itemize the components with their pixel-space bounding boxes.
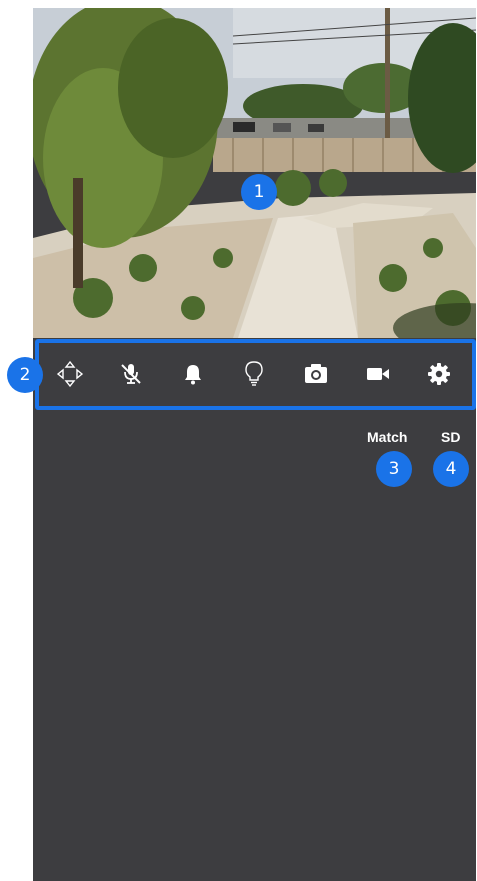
match-quality-button[interactable]: Match	[367, 429, 407, 445]
alarm-button[interactable]	[173, 354, 213, 394]
camera-live-feed[interactable]	[33, 8, 476, 338]
callout-badge-1: 1	[241, 174, 277, 210]
microphone-muted-icon	[121, 363, 142, 384]
pan-tilt-button[interactable]	[50, 354, 90, 394]
sd-quality-button[interactable]: SD	[441, 429, 460, 445]
gear-icon	[428, 362, 451, 385]
bell-icon	[184, 364, 201, 384]
settings-button[interactable]	[419, 354, 459, 394]
garden-scene-image	[33, 8, 476, 338]
control-toolbar	[33, 338, 476, 409]
camera-icon	[305, 363, 328, 383]
video-camera-icon	[366, 367, 389, 380]
record-button[interactable]	[358, 354, 398, 394]
pan-tilt-arrows-icon	[56, 360, 83, 387]
light-button[interactable]	[234, 354, 274, 394]
lightbulb-icon	[245, 360, 264, 386]
mute-button[interactable]	[111, 354, 151, 394]
callout-badge-3: 3	[376, 451, 412, 487]
camera-app-screen	[33, 8, 476, 881]
callout-badge-2: 2	[7, 357, 43, 393]
snapshot-button[interactable]	[296, 354, 336, 394]
callout-badge-4: 4	[433, 451, 469, 487]
